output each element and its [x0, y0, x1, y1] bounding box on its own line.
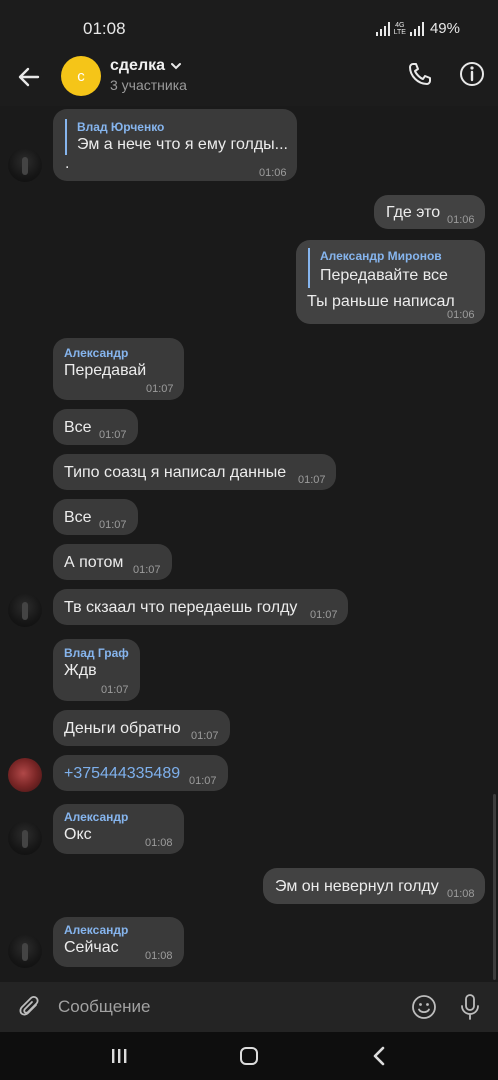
status-bar: 01:08 4G LTE 49%	[0, 0, 498, 50]
message-list[interactable]: Влад Юрченко Эм а нече что я ему голды..…	[0, 106, 498, 982]
status-time: 01:08	[83, 19, 126, 38]
message-bubble[interactable]: Александр Окс 01:08	[53, 804, 184, 854]
message-time: 01:08	[447, 888, 475, 900]
message-sender: Александр	[64, 810, 129, 824]
network-type: 4G LTE	[394, 22, 406, 36]
message-bubble[interactable]: +375444335489 01:07	[53, 755, 228, 791]
sender-avatar[interactable]	[8, 758, 42, 792]
message-text: Передавай	[64, 362, 147, 379]
message-time: 01:08	[145, 950, 173, 962]
chat-title[interactable]: сделка	[110, 57, 182, 75]
message-time: 01:06	[447, 214, 475, 226]
message-composer: Сообщение	[0, 982, 498, 1032]
phone-icon[interactable]	[406, 60, 434, 88]
message-bubble[interactable]: Тв скзаал что передаешь голду 01:07	[53, 589, 348, 625]
message-text: Сейчас	[64, 939, 119, 956]
home-icon[interactable]	[240, 1047, 258, 1065]
message-time: 01:07	[191, 730, 219, 742]
recent-apps-icon[interactable]	[110, 1048, 128, 1064]
message-time: 01:07	[99, 429, 127, 441]
chat-header: с сделка 3 участника	[0, 50, 498, 106]
message-sender: Александр	[64, 923, 129, 937]
message-time: 01:07	[99, 519, 127, 531]
sender-avatar[interactable]	[8, 593, 42, 627]
network-top: 4G	[395, 21, 405, 29]
message-input[interactable]: Сообщение	[58, 997, 151, 1017]
scrollbar[interactable]	[493, 794, 496, 980]
message-time: 01:07	[310, 609, 338, 621]
signal-icon	[375, 21, 390, 36]
sender-avatar[interactable]	[8, 821, 42, 855]
message-time: 01:07	[146, 383, 174, 395]
signal-icon-2	[409, 21, 424, 36]
quoted-sender: Влад Юрченко	[77, 120, 165, 134]
paperclip-icon[interactable]	[16, 993, 44, 1021]
participants-count: 3 участника	[110, 77, 187, 93]
message-time: 01:07	[189, 775, 217, 787]
message-text: Окс	[64, 826, 92, 843]
message-bubble[interactable]: Деньги обратно 01:07	[53, 710, 230, 746]
message-text: Тв скзаал что передаешь голду	[64, 599, 298, 616]
message-text: Эм он невернул голду	[275, 878, 439, 895]
sender-avatar[interactable]	[8, 934, 42, 968]
system-navigation-bar	[0, 1032, 498, 1080]
message-bubble[interactable]: Александр Сейчас 01:08	[53, 917, 184, 967]
message-time: 01:06	[259, 167, 287, 179]
nav-back-icon[interactable]	[372, 1046, 386, 1066]
phone-number-link[interactable]: +375444335489	[64, 765, 180, 783]
message-sender: Влад Граф	[64, 646, 129, 660]
message-text: А потом	[64, 554, 124, 571]
chevron-down-icon	[171, 63, 182, 70]
info-icon[interactable]	[458, 60, 486, 88]
message-text: Ждв	[64, 662, 97, 679]
microphone-icon[interactable]	[458, 993, 482, 1021]
battery-level: 49%	[429, 20, 460, 37]
message-text: Все	[64, 509, 92, 526]
message-bubble[interactable]: А потом 01:07	[53, 544, 172, 580]
quoted-text: Эм а нече что я ему голды...	[77, 136, 288, 153]
network-bottom: LTE	[393, 28, 406, 36]
chat-title-text: сделка	[110, 57, 166, 74]
message-bubble[interactable]: Эм он невернул голду 01:08	[263, 868, 485, 904]
quoted-text: Передавайте все	[320, 267, 448, 284]
emoji-icon[interactable]	[411, 994, 437, 1020]
back-arrow-icon[interactable]	[14, 62, 44, 92]
message-bubble[interactable]: Влад Юрченко Эм а нече что я ему голды..…	[53, 109, 297, 181]
message-time: 01:08	[145, 837, 173, 849]
quoted-message: Александр Миронов Передавайте все	[308, 248, 476, 288]
status-icons: 4G LTE 49%	[375, 20, 460, 37]
message-bubble[interactable]: Типо соазц я написал данные 01:07	[53, 454, 336, 490]
message-time: 01:07	[133, 564, 161, 576]
message-bubble[interactable]: Александр Передавай 01:07	[53, 338, 184, 400]
message-time: 01:06	[447, 309, 475, 321]
sender-avatar[interactable]	[8, 148, 42, 182]
message-text: Деньги обратно	[64, 720, 181, 737]
message-text: Где это	[386, 204, 441, 221]
message-text: Ты раньше написал	[307, 293, 455, 310]
message-bubble[interactable]: Александр Миронов Передавайте все Ты ран…	[296, 240, 485, 324]
message-sender: Александр	[64, 346, 129, 360]
message-bubble[interactable]: Где это 01:06	[374, 195, 485, 229]
quoted-sender: Александр Миронов	[320, 249, 442, 263]
message-time: 01:07	[298, 474, 326, 486]
message-text: Все	[64, 419, 92, 436]
message-text: .	[65, 155, 70, 172]
message-text: Типо соазц я написал данные	[64, 464, 287, 481]
message-time: 01:07	[101, 684, 129, 696]
message-bubble[interactable]: Влад Граф Ждв 01:07	[53, 639, 140, 701]
message-bubble[interactable]: Все 01:07	[53, 499, 138, 535]
message-bubble[interactable]: Все 01:07	[53, 409, 138, 445]
chat-avatar[interactable]: с	[61, 56, 101, 96]
quoted-message: Влад Юрченко Эм а нече что я ему голды..…	[65, 119, 288, 155]
